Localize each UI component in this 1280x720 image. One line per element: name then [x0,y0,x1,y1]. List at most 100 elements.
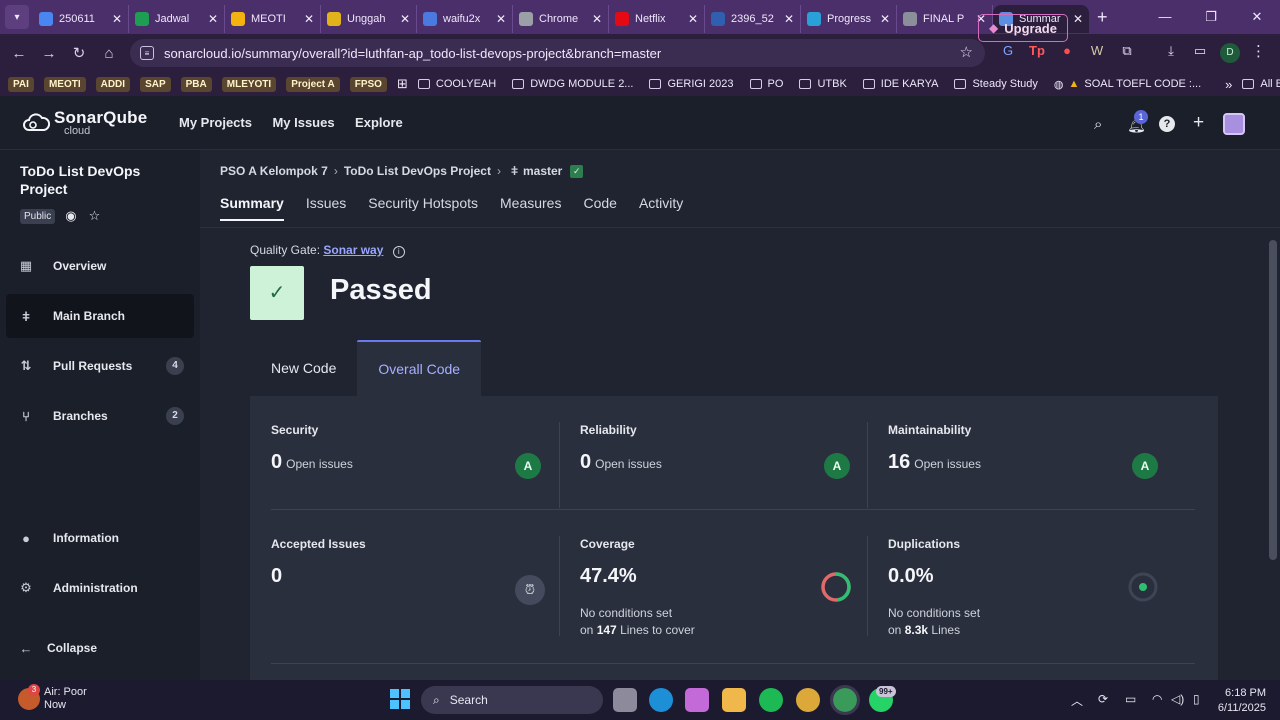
reliability-grade[interactable]: A [824,453,850,479]
tab-overall-code[interactable]: Overall Code [357,340,482,396]
upgrade-button[interactable]: ◆ Upgrade [978,14,1068,42]
bookmark-pill[interactable]: PAI [8,76,34,92]
tab-issues[interactable]: Issues [306,195,346,221]
forward-icon[interactable]: → [34,45,64,62]
sidebar-item-main-branch[interactable]: ǂ Main Branch [6,294,194,338]
bookmark-star-icon[interactable]: ☆ [960,43,973,61]
bookmark-pill[interactable]: SAP [140,76,171,92]
close-tab-icon[interactable]: ✕ [112,12,122,26]
volume-icon[interactable]: ◁) [1171,692,1184,706]
tomato-extension-icon[interactable]: ● [1057,43,1077,58]
plus-icon[interactable]: + [1193,112,1204,134]
url-bar[interactable]: ≡ sonarcloud.io/summary/overall?id=luthf… [130,39,985,67]
apps-grid-icon[interactable]: ⊞ [397,76,408,92]
close-tab-icon[interactable]: ✕ [304,12,314,26]
extensions-puzzle-icon[interactable]: ⧉ [1117,43,1137,59]
breadcrumb-project[interactable]: ToDo List DevOps Project [344,164,491,178]
bookmark-folder[interactable]: UTBK [799,78,847,90]
close-tab-icon[interactable]: ✕ [688,12,698,26]
w-extension-icon[interactable]: W [1087,43,1107,58]
maintainability-grade[interactable]: A [1132,453,1158,479]
bookmark-pill[interactable]: MEOTI [43,76,86,92]
sidebar-collapse[interactable]: ← Collapse [6,626,194,670]
browser-menu-icon[interactable]: ⋮ [1251,42,1266,60]
minimize-icon[interactable]: — [1142,0,1188,34]
close-tab-icon[interactable]: ✕ [496,12,506,26]
bookmark-folder[interactable]: GERIGI 2023 [649,78,734,90]
browser-tab[interactable]: Unggah ✕ [321,5,417,33]
bookmark-folder[interactable]: IDE KARYA [862,78,938,90]
edge-icon[interactable] [649,688,673,712]
task-view-icon[interactable] [613,688,637,712]
browser-tab[interactable]: MEOTI ✕ [225,5,321,33]
tab-summary[interactable]: Summary [220,195,284,221]
bookmark-pill[interactable]: ADDI [95,76,131,92]
windows-start-icon[interactable] [390,689,410,709]
close-tab-icon[interactable]: ✕ [880,12,890,26]
browser-tab[interactable]: 250611 ✕ [33,5,129,33]
sonarqube-logo[interactable]: SonarQube cloud [22,109,172,137]
tray-battery-icon[interactable]: ▭ [1125,692,1136,706]
search-icon[interactable]: ⌕ [1094,116,1102,133]
metric-maintainability[interactable]: Maintainability 16 Open issues A [888,423,1178,533]
tab-activity[interactable]: Activity [639,195,683,221]
chrome-profile-icon[interactable] [830,685,860,715]
back-icon[interactable]: ← [4,45,34,62]
site-info-icon[interactable]: ≡ [140,46,154,60]
help-icon[interactable]: ? [1159,116,1175,132]
tray-sync-icon[interactable]: ⟳ [1098,692,1108,706]
restore-icon[interactable]: ❐ [1188,0,1234,34]
bookmark-folder[interactable]: DWDG MODULE 2... [512,78,633,90]
security-grade[interactable]: A [515,453,541,479]
tab-new-code[interactable]: New Code [250,340,357,396]
wifi-icon[interactable]: ◠ [1152,692,1162,706]
metric-coverage[interactable]: Coverage 47.4% No conditions set on 147 … [580,537,870,647]
close-window-icon[interactable]: ✕ [1234,0,1280,34]
metric-accepted-issues[interactable]: Accepted Issues 0 ⏰︎ [271,537,561,647]
system-clock[interactable]: 6:18 PM 6/11/2025 [1218,686,1266,716]
new-tab-button[interactable]: + [1097,7,1108,28]
taskbar-search[interactable]: ⌕ Search [421,686,603,714]
sidebar-item-pull-requests[interactable]: ⇅ Pull Requests 4 [6,344,194,388]
star-icon[interactable]: ☆ [89,208,101,224]
close-tab-icon[interactable]: ✕ [208,12,218,26]
nav-my-projects[interactable]: My Projects [179,115,252,130]
copilot-icon[interactable] [685,688,709,712]
home-icon[interactable]: ⌂ [94,45,124,62]
bookmarks-more-icon[interactable]: » [1225,77,1232,92]
sidebar-item-administration[interactable]: ⚙ Administration [6,566,194,610]
chrome-icon[interactable] [796,688,820,712]
bookmark-pill[interactable]: FPSO [349,76,387,92]
close-tab-icon[interactable]: ✕ [1073,12,1083,26]
info-icon[interactable]: i [392,246,405,258]
tray-chevron-up-icon[interactable]: ︿ [1071,692,1083,709]
bookmark-folder[interactable]: COOLYEAH [417,78,496,90]
sidebar-item-information[interactable]: ● Information [6,516,194,560]
github-icon[interactable]: ◉ [65,208,76,224]
close-tab-icon[interactable]: ✕ [784,12,794,26]
spotify-icon[interactable] [759,688,783,712]
user-avatar[interactable] [1223,113,1245,135]
breadcrumb-branch[interactable]: master [523,164,562,178]
battery-icon[interactable]: ▯ [1193,692,1200,706]
bookmark-pill[interactable]: PBA [180,76,212,92]
tablet-icon[interactable]: ▭ [1190,43,1210,59]
browser-tab[interactable]: Netflix ✕ [609,5,705,33]
tab-code[interactable]: Code [583,195,616,221]
sidebar-item-branches[interactable]: ⑂ Branches 2 [6,394,194,438]
close-tab-icon[interactable]: ✕ [400,12,410,26]
page-scrollbar[interactable] [1269,240,1277,560]
nav-my-issues[interactable]: My Issues [272,115,334,130]
bookmark-folder[interactable]: PO [749,78,783,90]
bookmark-pill[interactable]: MLEYOTI [221,76,277,92]
tab-search-icon[interactable]: ▾ [5,5,29,29]
translate-extension-icon[interactable]: G [998,43,1018,58]
close-tab-icon[interactable]: ✕ [592,12,602,26]
weather-widget[interactable]: 3 Air: Poor Now [18,684,87,712]
sidebar-item-overview[interactable]: ▦ Overview [6,244,194,288]
tab-measures[interactable]: Measures [500,195,561,221]
bookmark-folder[interactable]: Steady Study [954,78,1038,90]
bookmark-pill[interactable]: Project A [286,76,340,92]
profile-avatar[interactable]: D [1220,43,1240,63]
all-bookmarks[interactable]: All Bookmarks [1242,78,1280,90]
